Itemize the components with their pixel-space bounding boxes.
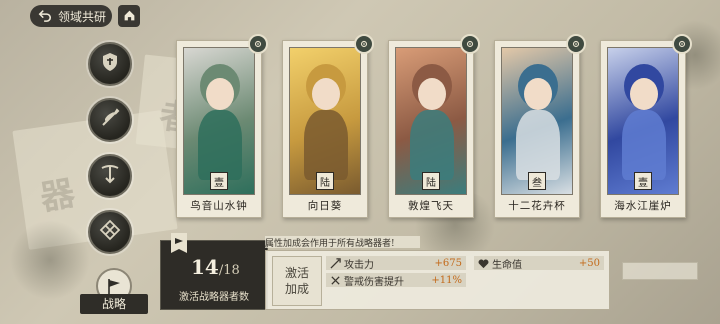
character-head (630, 78, 658, 110)
category-button-shield[interactable] (88, 42, 132, 86)
character-figure (304, 110, 348, 180)
stat-value: +50 (578, 257, 600, 269)
card-portrait: 陆 (289, 47, 361, 195)
stat-label: 警戒伤害提升 (344, 276, 404, 288)
card-rank-mark: 壹 (210, 172, 228, 190)
category-button-crossbow[interactable] (88, 154, 132, 198)
card-name: 海水江崖炉 (614, 200, 672, 212)
character-figure (198, 110, 242, 180)
sword-feather-icon (98, 106, 122, 134)
back-button[interactable]: 领域共研 (30, 5, 112, 27)
weapon-card[interactable]: 壹鸟音山水钟 (176, 34, 268, 218)
weapon-card[interactable]: 壹海水江崖炉 (600, 34, 692, 218)
home-icon (123, 7, 136, 26)
knot-icon (98, 218, 122, 246)
ink-splash (10, 220, 90, 300)
activate-bonus-box: 激活 加成 (272, 256, 322, 306)
card-portrait: 壹 (607, 47, 679, 195)
strategy-button[interactable]: 战略 (80, 268, 148, 316)
heart-icon (478, 258, 489, 269)
stat-value: +675 (434, 257, 462, 269)
card-rank-mark: 陆 (422, 172, 440, 190)
character-head (206, 78, 234, 110)
card-name: 鸟音山水钟 (190, 200, 248, 212)
card-rank-mark: 叁 (528, 172, 546, 190)
weapon-card[interactable]: 叁十二花卉杯 (494, 34, 586, 218)
character-figure (410, 110, 454, 180)
pennant-icon (169, 233, 189, 257)
stat-label: 攻击力 (344, 259, 374, 271)
active-count-label: 激活战略器者数 (179, 292, 249, 303)
gear-icon[interactable] (248, 34, 268, 54)
alert-damage-icon (330, 275, 341, 286)
character-head (312, 78, 340, 110)
category-button-knot[interactable] (88, 210, 132, 254)
back-arrow-icon (38, 8, 52, 25)
gear-icon[interactable] (566, 34, 586, 54)
faded-detail-panel (622, 262, 698, 280)
attack-icon (330, 257, 341, 269)
card-rank-mark: 壹 (634, 172, 652, 190)
card-portrait: 壹 (183, 47, 255, 195)
stat-row-alert-damage: 警戒伤害提升 +11% (326, 273, 466, 288)
character-figure (622, 110, 666, 180)
stat-label: 生命值 (492, 259, 522, 271)
top-bar: 领域共研 (0, 0, 720, 32)
card-name: 敦煌飞天 (408, 200, 454, 212)
crossbow-icon (98, 162, 122, 190)
bonus-panel: 激活 加成 攻击力 +675 生命值 +50 警戒伤害提升 +11% (265, 250, 610, 310)
activate-line-1: 激活 (284, 266, 309, 280)
card-name: 向日葵 (307, 200, 343, 212)
home-button[interactable] (118, 5, 140, 27)
active-count: 14/18 (191, 255, 240, 279)
active-count-panel: 14/18 激活战略器者数 (160, 233, 268, 310)
stat-row-hp: 生命值 +50 (474, 256, 604, 271)
gear-icon[interactable] (672, 34, 692, 54)
page-title: 领域共研 (58, 9, 107, 24)
bonus-note: 属性加成会作用于所有战略器者! (265, 236, 420, 249)
card-rank-mark: 陆 (316, 172, 334, 190)
character-head (418, 78, 446, 110)
card-portrait: 叁 (501, 47, 573, 195)
weapon-card[interactable]: 陆向日葵 (282, 34, 374, 218)
character-figure (516, 110, 560, 180)
card-name: 十二花卉杯 (508, 200, 566, 212)
category-button-sword[interactable] (88, 98, 132, 142)
stat-value: +11% (431, 274, 462, 286)
card-portrait: 陆 (395, 47, 467, 195)
gear-icon[interactable] (354, 34, 374, 54)
stat-row-attack: 攻击力 +675 (326, 256, 466, 271)
shield-icon (98, 50, 122, 78)
character-head (524, 78, 552, 110)
strategy-label: 战略 (80, 294, 148, 314)
gear-icon[interactable] (460, 34, 480, 54)
activate-line-2: 加成 (284, 282, 309, 296)
weapon-card[interactable]: 陆敦煌飞天 (388, 34, 480, 218)
